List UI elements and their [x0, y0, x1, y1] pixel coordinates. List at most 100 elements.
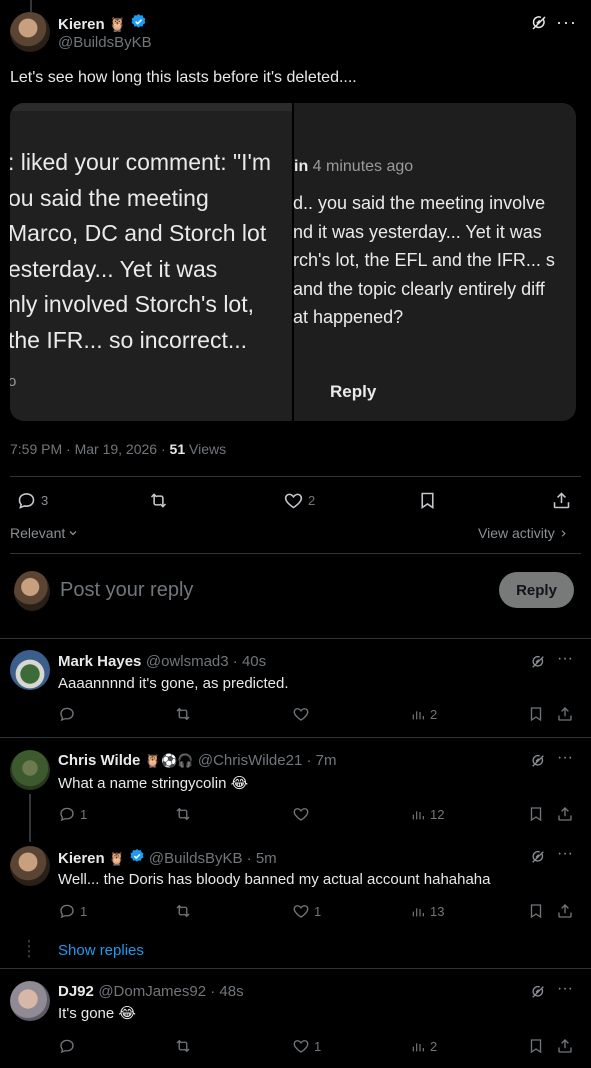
- reply-action[interactable]: [58, 1037, 76, 1055]
- repost-icon: [176, 1039, 190, 1053]
- reply-author-name[interactable]: Chris Wilde: [58, 752, 140, 769]
- avatar[interactable]: [10, 981, 50, 1021]
- reply-count: 3: [41, 493, 49, 508]
- grok-icon[interactable]: [530, 654, 546, 675]
- views-action[interactable]: 2: [410, 1038, 437, 1054]
- reply-time[interactable]: · 5m: [242, 850, 277, 867]
- sort-dropdown[interactable]: Relevant: [10, 525, 79, 541]
- post-media-image[interactable]: : liked your comment: "I'm ou said the m…: [10, 103, 576, 421]
- reply-item[interactable]: DJ92 @DomJames92 · 48s ··· It's gone 😂 1…: [0, 969, 591, 1068]
- reply-time[interactable]: · 7m: [302, 752, 336, 769]
- grok-icon[interactable]: [530, 984, 546, 1005]
- reply-author-handle[interactable]: @BuildsByKB: [149, 850, 243, 867]
- like-action[interactable]: 1: [292, 1037, 321, 1055]
- views-action[interactable]: 12: [410, 806, 444, 822]
- reply-time[interactable]: · 40s: [229, 653, 266, 670]
- media-right-line: at happened?: [293, 307, 404, 327]
- share-action[interactable]: [556, 705, 574, 723]
- views-action[interactable]: 2: [410, 706, 437, 722]
- bookmark-icon: [421, 492, 434, 509]
- views-count: 12: [430, 806, 445, 822]
- share-action[interactable]: [551, 490, 572, 511]
- reply-item[interactable]: Mark Hayes @owlsmad3 · 40s ··· Aaaannnnd…: [0, 639, 591, 737]
- more-options-icon[interactable]: ···: [557, 980, 573, 998]
- heart-icon: [293, 808, 309, 821]
- divider: [10, 553, 581, 554]
- reply-submit-button[interactable]: Reply: [499, 572, 574, 608]
- reply-text: Well... the Doris has bloody banned my a…: [58, 871, 491, 888]
- repost-action[interactable]: [174, 805, 192, 823]
- reply-count: 1: [80, 806, 88, 822]
- more-options-icon[interactable]: ···: [556, 12, 577, 33]
- bookmark-icon: [530, 1039, 542, 1054]
- avatar[interactable]: [10, 650, 50, 690]
- more-options-icon[interactable]: ···: [557, 650, 573, 668]
- share-icon: [558, 904, 572, 918]
- reply-author-name[interactable]: Mark Hayes: [58, 653, 141, 670]
- views-action[interactable]: 13: [410, 903, 444, 919]
- author-avatar[interactable]: [10, 12, 50, 52]
- bookmark-action[interactable]: [527, 705, 545, 723]
- repost-action[interactable]: [174, 902, 192, 920]
- chevron-down-icon: [69, 531, 77, 536]
- author-name[interactable]: Kieren: [58, 16, 105, 33]
- reply-item[interactable]: Chris Wilde 🦉⚽🎧 @ChrisWilde21 · 7m ··· W…: [0, 738, 591, 836]
- reply-icon: [60, 904, 74, 919]
- avatar[interactable]: [10, 846, 50, 886]
- like-action[interactable]: 1: [292, 902, 321, 920]
- bookmark-action[interactable]: [527, 1037, 545, 1055]
- bookmark-action[interactable]: [527, 902, 545, 920]
- bookmark-action[interactable]: [417, 490, 438, 511]
- like-action[interactable]: [292, 805, 310, 823]
- reply-author-handle[interactable]: @owlsmad3: [146, 653, 229, 670]
- views-count: 51: [169, 441, 186, 457]
- thread-more-dots: [28, 940, 30, 958]
- owl-emoji: 🦉: [108, 15, 127, 32]
- repost-action[interactable]: [174, 1037, 192, 1055]
- reply-count: 1: [80, 903, 88, 919]
- media-right-reply: Reply: [330, 382, 377, 401]
- post-timestamp[interactable]: 7:59 PM · Mar 19, 2026 ·: [10, 441, 170, 457]
- reply-action[interactable]: 1: [58, 902, 87, 920]
- media-left-line: : liked your comment: "I'm: [10, 149, 272, 175]
- reply-composer-input[interactable]: Post your reply: [60, 579, 193, 602]
- avatar[interactable]: [10, 750, 50, 790]
- view-activity-link[interactable]: View activity: [478, 525, 569, 541]
- show-replies-link[interactable]: Show replies: [58, 942, 144, 959]
- reply-time[interactable]: · 48s: [206, 983, 243, 1000]
- thread-connector: [29, 794, 31, 842]
- author-handle[interactable]: @BuildsByKB: [58, 34, 152, 51]
- like-action[interactable]: 2: [283, 490, 315, 511]
- reply-author-handle[interactable]: @DomJames92: [98, 983, 206, 1000]
- views-count: 13: [430, 903, 445, 919]
- reply-action[interactable]: 3: [16, 490, 48, 511]
- bookmark-action[interactable]: [527, 805, 545, 823]
- reply-author-name[interactable]: Kieren: [58, 850, 105, 867]
- share-action[interactable]: [556, 805, 574, 823]
- repost-action[interactable]: [174, 705, 192, 723]
- more-options-icon[interactable]: ···: [557, 749, 573, 767]
- media-left-line: Marco, DC and Storch lot: [10, 220, 267, 246]
- media-right-line: nd it was yesterday... Yet it was: [293, 221, 542, 242]
- repost-action[interactable]: [148, 490, 169, 511]
- grok-icon[interactable]: [530, 753, 546, 774]
- share-action[interactable]: [556, 902, 574, 920]
- reply-action[interactable]: [58, 705, 76, 723]
- reply-author-name[interactable]: DJ92: [58, 983, 94, 1000]
- grok-icon[interactable]: [530, 849, 546, 870]
- divider: [10, 476, 581, 477]
- heart-icon: [293, 1040, 309, 1053]
- media-left-line: nly involved Storch's lot,: [10, 291, 255, 317]
- reply-item[interactable]: Kieren 🦉 @BuildsByKB · 5m ··· Well... th…: [0, 836, 591, 934]
- share-icon: [558, 1039, 572, 1053]
- like-action[interactable]: [292, 705, 310, 723]
- reply-action[interactable]: 1: [58, 805, 87, 823]
- repost-icon: [176, 904, 190, 918]
- share-icon: [558, 807, 572, 821]
- repost-icon: [176, 807, 190, 821]
- more-options-icon[interactable]: ···: [557, 845, 573, 863]
- share-action[interactable]: [556, 1037, 574, 1055]
- analytics-icon: [412, 908, 424, 917]
- reply-author-handle[interactable]: @ChrisWilde21: [198, 752, 302, 769]
- grok-icon[interactable]: [530, 14, 548, 32]
